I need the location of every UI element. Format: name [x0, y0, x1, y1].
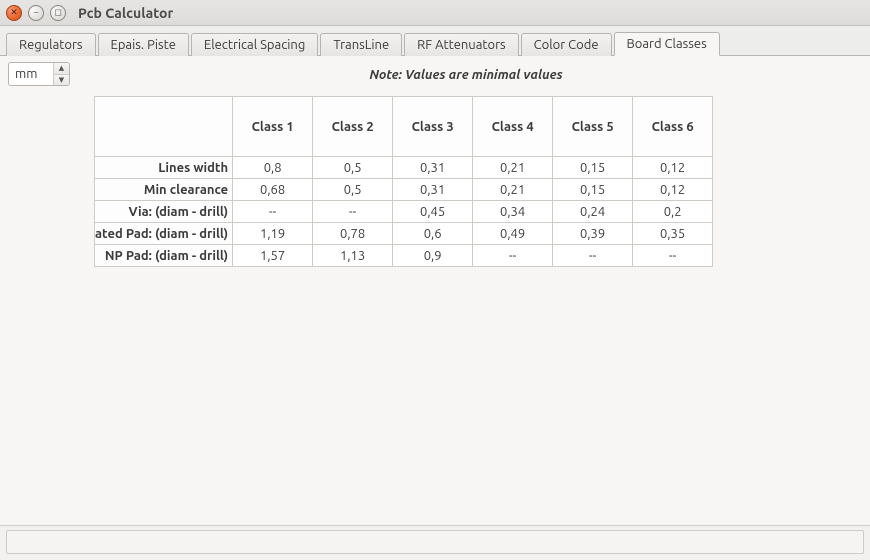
table-cell: 0,21: [473, 179, 553, 201]
col-header: Class 6: [633, 97, 713, 157]
tab-electrical-spacing[interactable]: Electrical Spacing: [191, 33, 318, 56]
table-cell: 0,9: [393, 245, 473, 267]
chevron-down-icon[interactable]: ▼: [54, 75, 69, 86]
table-row: Lines width 0,8 0,5 0,31 0,21 0,15 0,12: [95, 157, 713, 179]
table-cell: 0,24: [553, 201, 633, 223]
table-cell: 0,5: [313, 157, 393, 179]
row-label: Lines width: [95, 157, 233, 179]
table-row: ated Pad: (diam - drill) 1,19 0,78 0,6 0…: [95, 223, 713, 245]
col-header: Class 5: [553, 97, 633, 157]
tab-board-classes[interactable]: Board Classes: [614, 32, 720, 56]
window-title: Pcb Calculator: [78, 5, 173, 21]
table-row: Min clearance 0,68 0,5 0,31 0,21 0,15 0,…: [95, 179, 713, 201]
window-minimize-button[interactable]: –: [28, 5, 44, 21]
minimize-icon: –: [34, 8, 38, 17]
tab-regulators[interactable]: Regulators: [6, 33, 96, 56]
table-cell: 0,78: [313, 223, 393, 245]
table-cell: 0,21: [473, 157, 553, 179]
board-classes-table-wrap: Class 1 Class 2 Class 3 Class 4 Class 5 …: [94, 96, 862, 267]
row-label: Min clearance: [95, 179, 233, 201]
table-cell: 0,2: [633, 201, 713, 223]
table-cell: 0,31: [393, 157, 473, 179]
tab-strip: Regulators Epais. Piste Electrical Spaci…: [0, 26, 870, 56]
table-cell: 0,35: [633, 223, 713, 245]
table-cell: 0,12: [633, 179, 713, 201]
table-row: NP Pad: (diam - drill) 1,57 1,13 0,9 -- …: [95, 245, 713, 267]
table-cell: 1,13: [313, 245, 393, 267]
row-label: NP Pad: (diam - drill): [95, 245, 233, 267]
chevron-up-icon[interactable]: ▲: [54, 63, 69, 75]
col-header: Class 1: [233, 97, 313, 157]
maximize-icon: ◻: [54, 8, 61, 17]
table-cell: --: [313, 201, 393, 223]
tab-rf-attenuators[interactable]: RF Attenuators: [404, 33, 519, 56]
tab-transline[interactable]: TransLine: [320, 33, 402, 56]
col-header: Class 4: [473, 97, 553, 157]
note-text: Note: Values are minimal values: [70, 66, 862, 82]
window-close-button[interactable]: ✕: [6, 5, 22, 21]
table-cell: 0,34: [473, 201, 553, 223]
table-cell: 0,6: [393, 223, 473, 245]
tab-epais-piste[interactable]: Epais. Piste: [98, 33, 189, 56]
table-cell: 0,15: [553, 157, 633, 179]
title-bar: ✕ – ◻ Pcb Calculator: [0, 0, 870, 26]
window-maximize-button[interactable]: ◻: [50, 5, 66, 21]
board-classes-table: Class 1 Class 2 Class 3 Class 4 Class 5 …: [94, 96, 713, 267]
table-cell: 1,57: [233, 245, 313, 267]
table-cell: --: [553, 245, 633, 267]
table-cell: 0,5: [313, 179, 393, 201]
table-cell: 0,15: [553, 179, 633, 201]
table-row: Via: (diam - drill) -- -- 0,45 0,34 0,24…: [95, 201, 713, 223]
table-cell: 0,45: [393, 201, 473, 223]
row-label: Via: (diam - drill): [95, 201, 233, 223]
table-cell: 0,68: [233, 179, 313, 201]
table-corner-cell: [95, 97, 233, 157]
status-bar: [6, 530, 864, 554]
close-icon: ✕: [10, 8, 18, 17]
unit-spinner-arrows: ▲ ▼: [53, 63, 69, 85]
row-label: ated Pad: (diam - drill): [95, 223, 233, 245]
table-cell: 0,31: [393, 179, 473, 201]
col-header: Class 3: [393, 97, 473, 157]
col-header: Class 2: [313, 97, 393, 157]
tab-color-code[interactable]: Color Code: [521, 33, 612, 56]
table-cell: 0,12: [633, 157, 713, 179]
unit-value: mm: [9, 63, 53, 85]
table-header-row: Class 1 Class 2 Class 3 Class 4 Class 5 …: [95, 97, 713, 157]
table-cell: 0,39: [553, 223, 633, 245]
unit-spinner[interactable]: mm ▲ ▼: [8, 62, 70, 86]
table-cell: 1,19: [233, 223, 313, 245]
table-cell: --: [633, 245, 713, 267]
table-cell: --: [473, 245, 553, 267]
table-cell: 0,8: [233, 157, 313, 179]
table-cell: --: [233, 201, 313, 223]
content-top-row: mm ▲ ▼ Note: Values are minimal values: [8, 62, 862, 86]
tab-content: mm ▲ ▼ Note: Values are minimal values C…: [0, 56, 870, 526]
table-cell: 0,49: [473, 223, 553, 245]
